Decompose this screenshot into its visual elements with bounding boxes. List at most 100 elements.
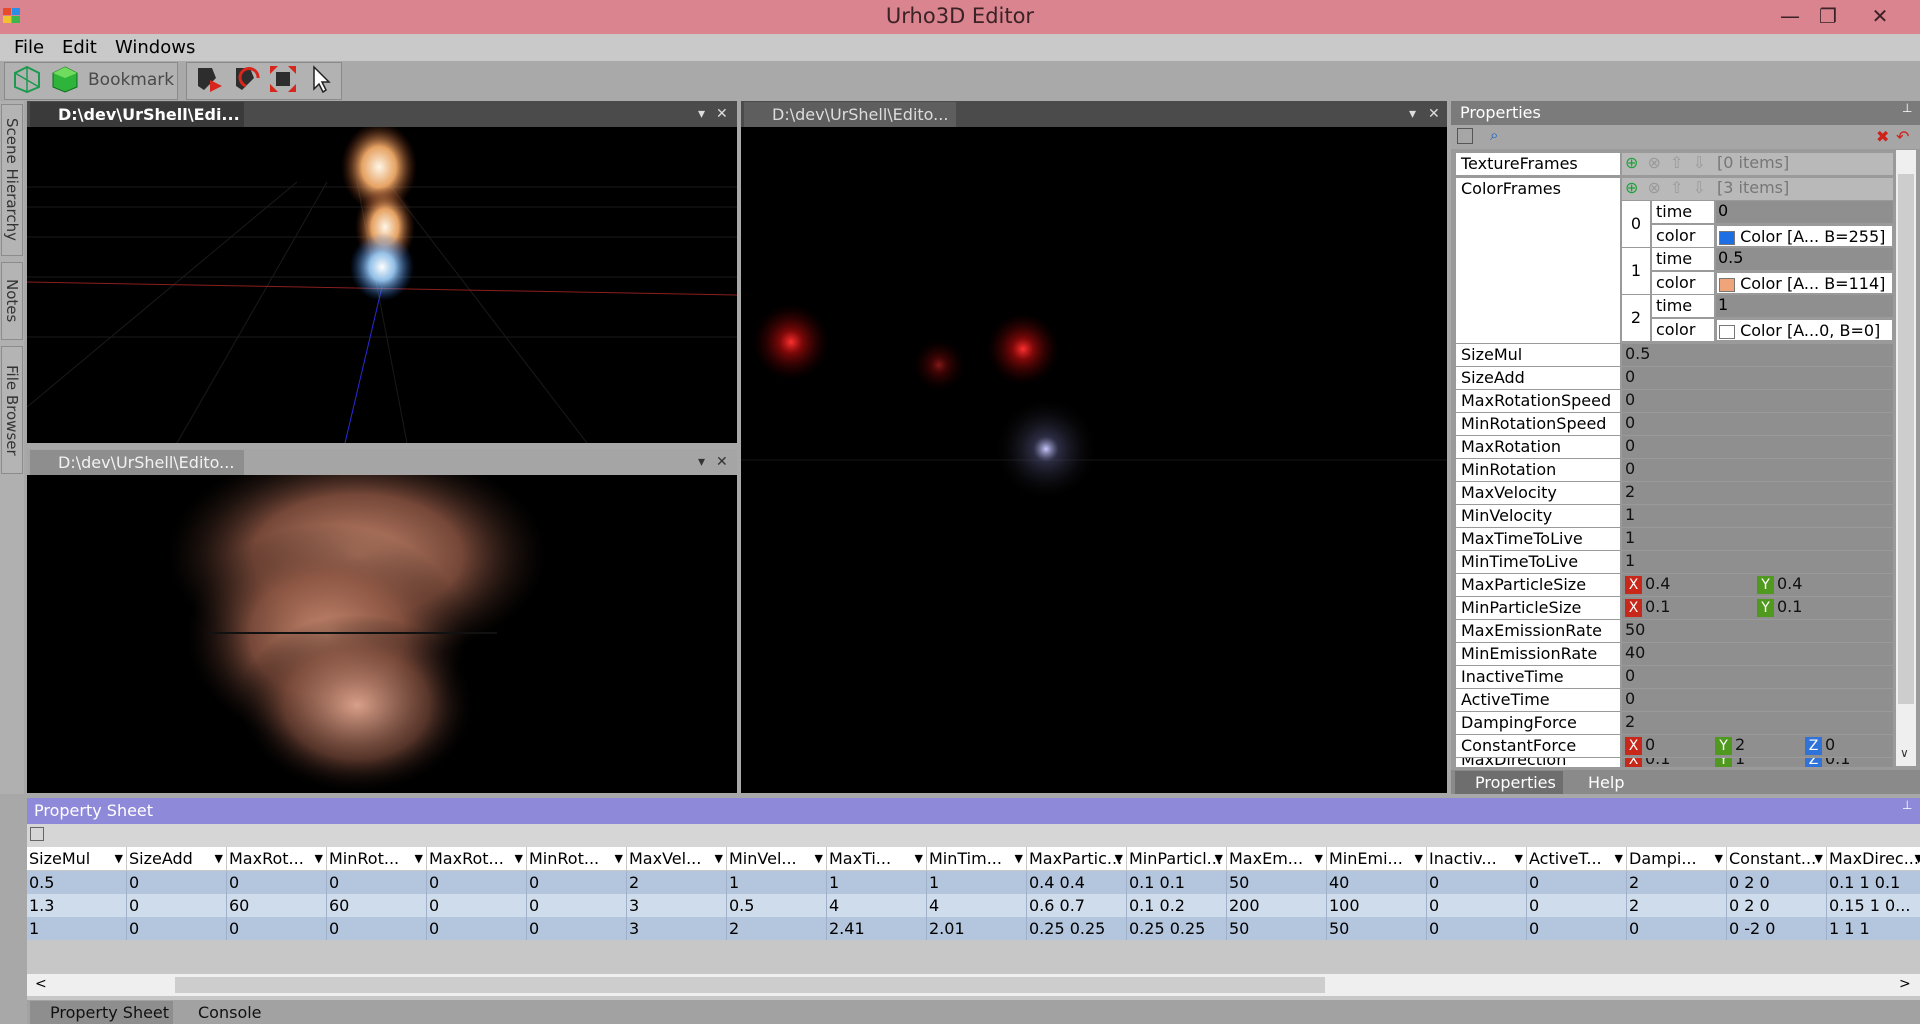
column-filter-icon[interactable]: ▼: [1815, 847, 1823, 870]
minimize-button[interactable]: —: [1770, 0, 1810, 34]
tab-viewport-top-left[interactable]: D:\dev\UrShell\Edi...: [30, 102, 244, 128]
viewport-tl-menu-icon[interactable]: ▾: [698, 101, 705, 127]
grid-column-header[interactable]: MaxEm... ▼: [1227, 847, 1327, 870]
prop-value[interactable]: X0.1Y1Z0.1: [1622, 758, 1893, 767]
grid-column-header[interactable]: Inactiv... ▼: [1427, 847, 1527, 870]
grid-cell[interactable]: 0: [427, 894, 527, 917]
viewport-bl-menu-icon[interactable]: ▾: [698, 449, 705, 475]
grid-cell[interactable]: 2: [627, 871, 727, 894]
prop-value[interactable]: 1: [1622, 551, 1893, 573]
scale-tool-icon[interactable]: [268, 63, 298, 95]
search-icon[interactable]: ⌕: [1490, 126, 1498, 144]
tab-viewport-bottom-left[interactable]: D:\dev\UrShell\Edito...: [30, 450, 244, 476]
tab-help[interactable]: Help: [1568, 771, 1640, 794]
column-filter-icon[interactable]: ▼: [1415, 847, 1423, 870]
prop-value[interactable]: 1: [1622, 528, 1893, 550]
rotate-tool-icon[interactable]: [232, 63, 262, 95]
grid-column-header[interactable]: Constant... ▼: [1727, 847, 1827, 870]
grid-cell[interactable]: 1: [927, 871, 1027, 894]
grid-cell[interactable]: 4: [827, 894, 927, 917]
prop-value[interactable]: 0: [1622, 666, 1893, 688]
column-filter-icon[interactable]: ▼: [1615, 847, 1623, 870]
grid-column-header[interactable]: MinVel... ▼: [727, 847, 827, 870]
grid-cell[interactable]: 0 -2 0: [1727, 917, 1827, 940]
tab-scene-hierarchy[interactable]: Scene Hierarchy: [1, 104, 23, 256]
grid-cell[interactable]: 0: [1427, 894, 1527, 917]
scroll-down-icon[interactable]: ∨: [1900, 746, 1909, 760]
grid-column-header[interactable]: MinParticl... ▼: [1127, 847, 1227, 870]
grid-column-header[interactable]: Dampi... ▼: [1627, 847, 1727, 870]
menu-file[interactable]: File: [14, 37, 44, 58]
grid-cell[interactable]: 3: [627, 917, 727, 940]
column-filter-icon[interactable]: ▼: [315, 847, 323, 870]
column-filter-icon[interactable]: ▼: [1715, 847, 1723, 870]
move-down-icon[interactable]: ⇩: [1693, 153, 1706, 172]
grid-cell[interactable]: 3: [627, 894, 727, 917]
grid-cell[interactable]: 60: [327, 894, 427, 917]
add-item-icon[interactable]: ⊕: [1625, 178, 1638, 197]
tab-notes[interactable]: Notes: [1, 262, 23, 340]
grid-cell[interactable]: 2: [1627, 871, 1727, 894]
grid-cell[interactable]: 0: [227, 871, 327, 894]
grid-column-header[interactable]: MinRot... ▼: [527, 847, 627, 870]
frame-color-value[interactable]: Color [A...0, B=0]: [1716, 319, 1893, 341]
column-filter-icon[interactable]: ▼: [215, 847, 223, 870]
column-filter-icon[interactable]: ▼: [1315, 847, 1323, 870]
grid-cell[interactable]: 0: [427, 871, 527, 894]
grid-cell[interactable]: 0.5: [727, 894, 827, 917]
grid-column-header[interactable]: MaxDirec...▼: [1827, 847, 1920, 870]
grid-cell[interactable]: 2: [727, 917, 827, 940]
grid-column-header[interactable]: MinEmi... ▼: [1327, 847, 1427, 870]
tab-viewport-right[interactable]: D:\dev\UrShell\Edito...: [744, 102, 956, 128]
move-tool-icon[interactable]: [194, 63, 224, 95]
grid-cell[interactable]: 1: [27, 917, 127, 940]
grid-cell[interactable]: 1.3: [27, 894, 127, 917]
grid-cell[interactable]: 0: [1627, 917, 1727, 940]
column-filter-icon[interactable]: ▼: [1915, 847, 1920, 870]
frame-color-value[interactable]: Color [A... B=255]: [1716, 225, 1893, 247]
grid-cell[interactable]: 0.15 1 0...: [1827, 894, 1920, 917]
remove-item-icon[interactable]: ⊗: [1648, 178, 1661, 197]
grid-cell[interactable]: 0.6 0.7: [1027, 894, 1127, 917]
grid-cell[interactable]: 100: [1327, 894, 1427, 917]
grid-cell[interactable]: 2.01: [927, 917, 1027, 940]
column-filter-icon[interactable]: ▼: [1015, 847, 1023, 870]
prop-value[interactable]: 0: [1622, 689, 1893, 711]
grid-cell[interactable]: 0.1 0.2: [1127, 894, 1227, 917]
viewport-tl-close-icon[interactable]: ✕: [716, 101, 728, 127]
column-filter-icon[interactable]: ▼: [815, 847, 823, 870]
scroll-left-icon[interactable]: <: [35, 976, 47, 992]
property-sheet-pin-icon[interactable]: ⊥: [1902, 798, 1912, 812]
grid-cell[interactable]: 1: [727, 871, 827, 894]
prop-value[interactable]: 40: [1622, 643, 1893, 665]
grid-column-header[interactable]: MaxVel... ▼: [627, 847, 727, 870]
grid-cell[interactable]: 50: [1227, 871, 1327, 894]
grid-cell[interactable]: 0.4 0.4: [1027, 871, 1127, 894]
column-filter-icon[interactable]: ▼: [1115, 847, 1123, 870]
grid-column-header[interactable]: MaxRot... ▼: [427, 847, 527, 870]
z-value[interactable]: 0: [1825, 735, 1835, 754]
y-value[interactable]: 1: [1735, 758, 1805, 767]
grid-column-header[interactable]: ActiveT... ▼: [1527, 847, 1627, 870]
grid-cell[interactable]: 0: [227, 917, 327, 940]
grid-column-header[interactable]: MinTim... ▼: [927, 847, 1027, 870]
grid-hscroll-thumb[interactable]: [175, 977, 1325, 993]
tab-properties[interactable]: Properties: [1455, 771, 1563, 794]
prop-value[interactable]: X0Y2Z0: [1622, 735, 1893, 757]
grid-cell[interactable]: 0: [127, 871, 227, 894]
scene-box-icon[interactable]: [50, 63, 80, 95]
move-up-icon[interactable]: ⇧: [1670, 178, 1683, 197]
grid-cell[interactable]: 0.1 0.1: [1127, 871, 1227, 894]
grid-column-header[interactable]: MaxTi... ▼: [827, 847, 927, 870]
properties-scrollbar[interactable]: ∨: [1896, 150, 1916, 766]
prop-value[interactable]: 0: [1622, 459, 1893, 481]
viewport-bl-close-icon[interactable]: ✕: [716, 449, 728, 475]
prop-value[interactable]: 0: [1622, 413, 1893, 435]
move-up-icon[interactable]: ⇧: [1670, 153, 1683, 172]
grid-cell[interactable]: 0: [1427, 871, 1527, 894]
prop-value[interactable]: 1: [1622, 505, 1893, 527]
bookmark-button[interactable]: Bookmark: [88, 70, 174, 90]
delete-icon[interactable]: ✖: [1876, 127, 1889, 146]
frame-time-value[interactable]: 0: [1716, 201, 1893, 223]
z-value[interactable]: 0.1: [1825, 758, 1850, 767]
